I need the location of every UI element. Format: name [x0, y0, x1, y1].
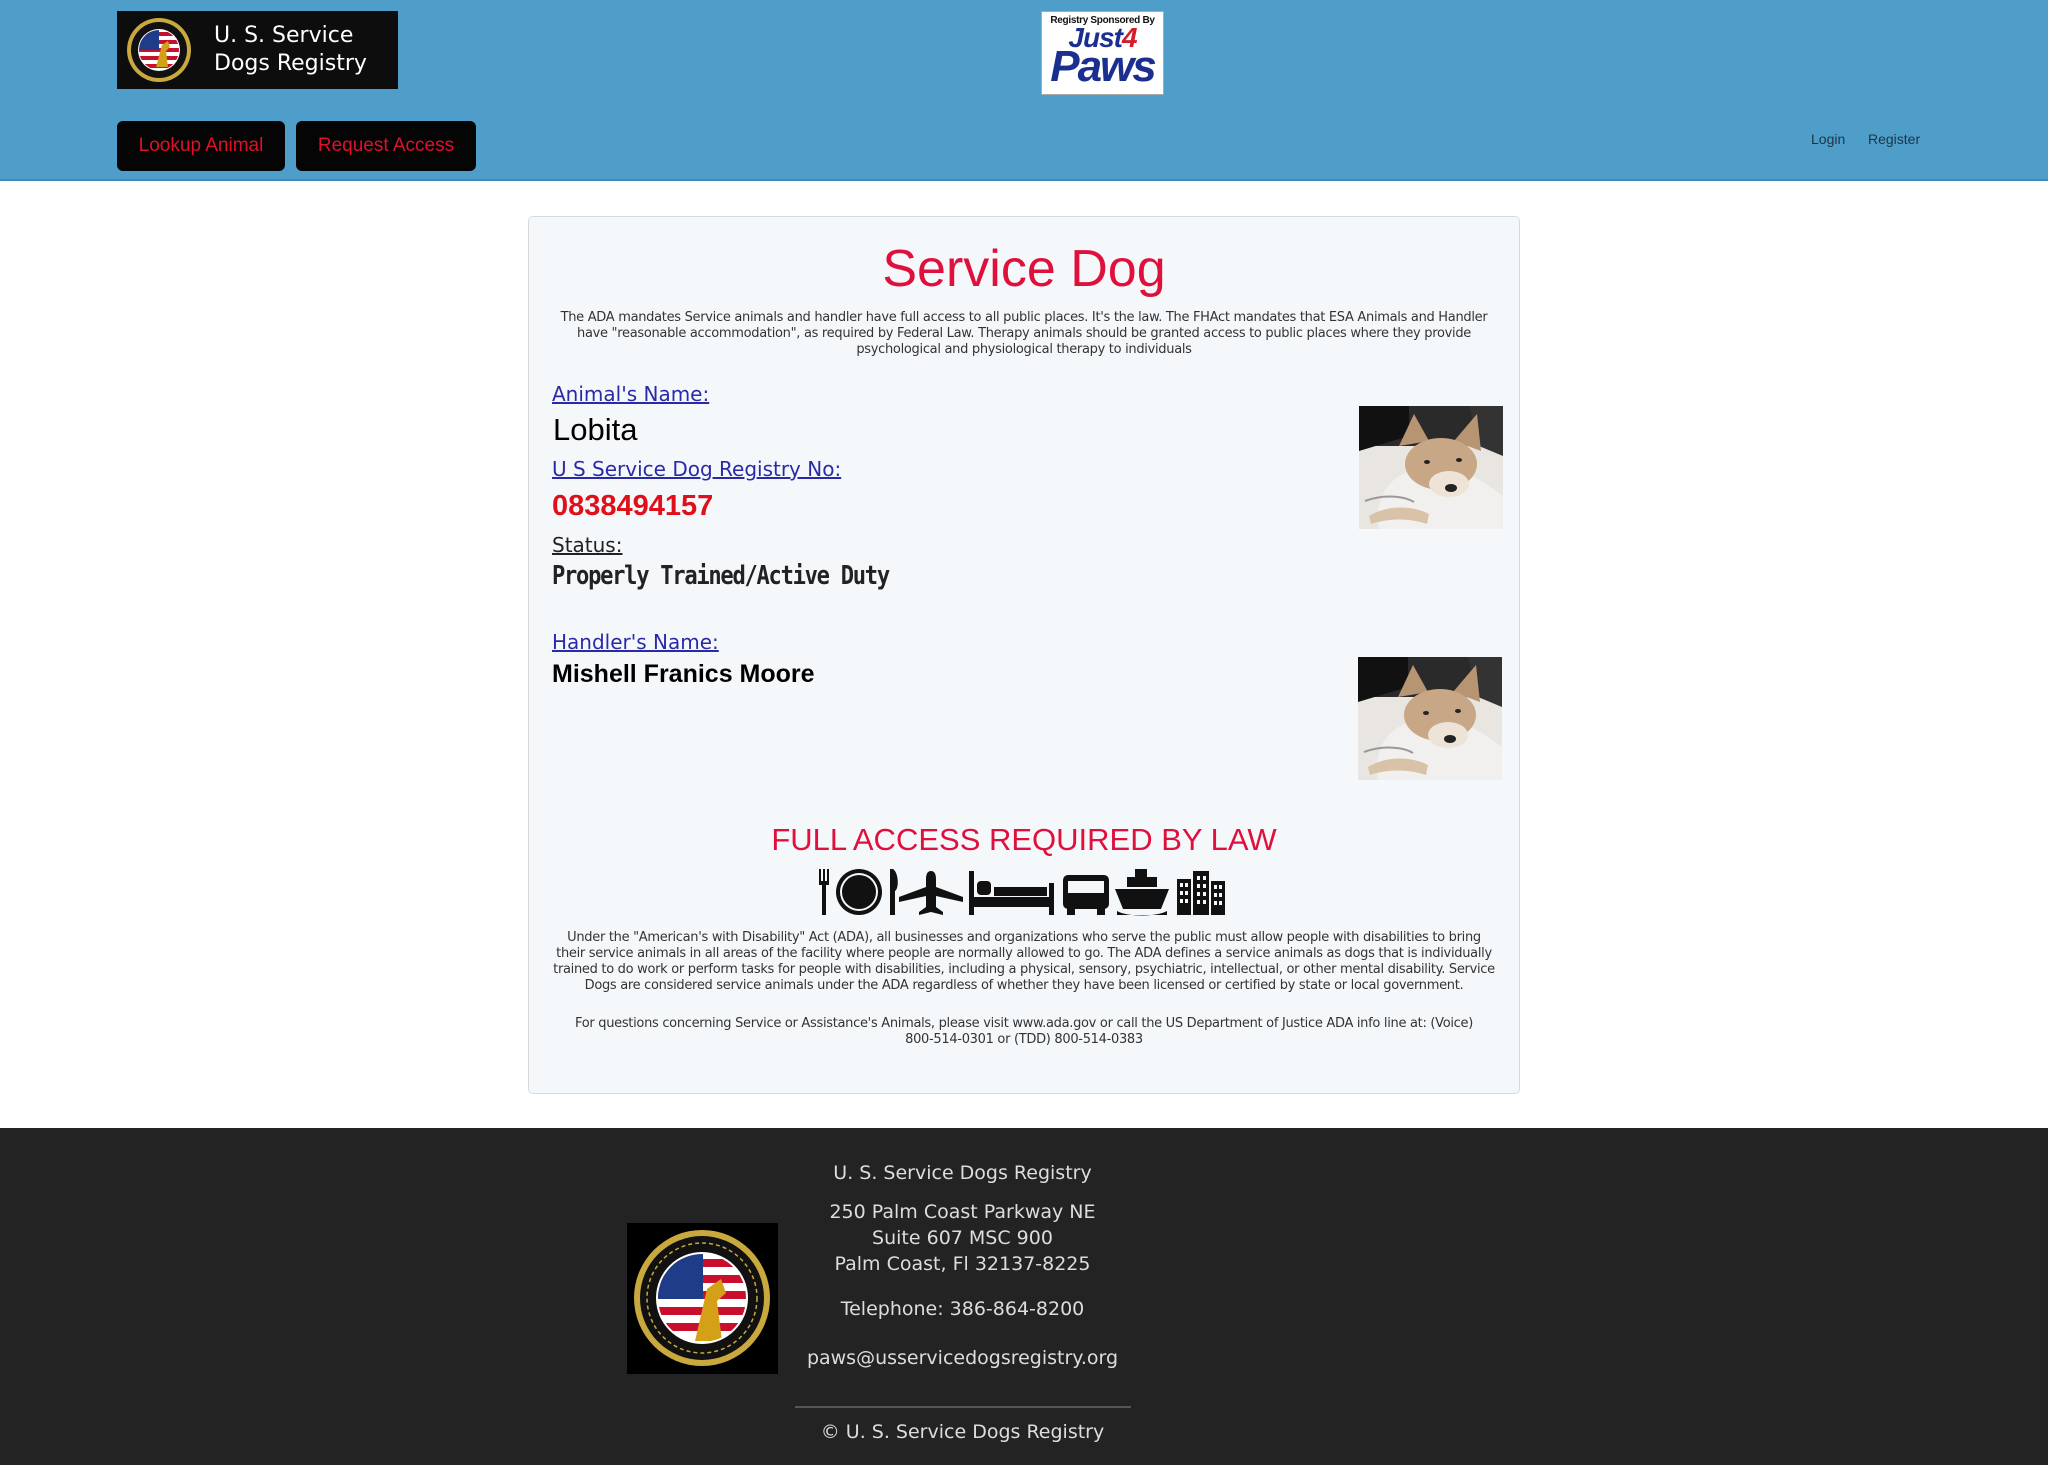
- ship-icon: [1115, 869, 1169, 916]
- registry-seal-icon: [127, 18, 191, 82]
- address-line2: Suite 607 MSC 900: [872, 1227, 1053, 1249]
- card-title: Service Dog: [882, 240, 1166, 298]
- login-link[interactable]: Login: [1811, 131, 1845, 147]
- registry-number-value: 0838494157: [552, 490, 714, 522]
- footer-email-link[interactable]: paws@usservicedogsregistry.org: [770, 1347, 1155, 1369]
- logo-line1: U. S. Service: [214, 23, 354, 48]
- access-icons: [819, 869, 1225, 916]
- intro-text: The ADA mandates Service animals and han…: [560, 310, 1488, 357]
- animal-photo: [1359, 406, 1503, 529]
- building-icon: [1177, 871, 1225, 915]
- registry-number-label: U S Service Dog Registry No:: [552, 457, 842, 481]
- site-header: U. S. Service Dogs Registry Registry Spo…: [0, 0, 2048, 181]
- address-line1: 250 Palm Coast Parkway NE: [829, 1201, 1096, 1223]
- lookup-animal-button[interactable]: Lookup Animal: [117, 121, 285, 171]
- ada-explanation: Under the "American's with Disability" A…: [553, 930, 1495, 993]
- questions-contact-text: For questions concerning Service or Assi…: [575, 1016, 1473, 1047]
- register-link[interactable]: Register: [1868, 131, 1920, 147]
- bus-icon: [1063, 875, 1109, 915]
- site-footer: U. S. Service Dogs Registry 250 Palm Coa…: [0, 1128, 2048, 1465]
- sponsor-paws: Paws: [1050, 42, 1157, 91]
- dining-icon: [819, 869, 898, 915]
- request-access-button[interactable]: Request Access: [296, 121, 476, 171]
- full-access-heading: FULL ACCESS REQUIRED BY LAW: [771, 822, 1277, 857]
- sponsor-logo[interactable]: Registry Sponsored By Just4 Paws: [1041, 11, 1164, 95]
- hotel-bed-icon: [969, 871, 1054, 915]
- address-line3: Palm Coast, Fl 32137-8225: [834, 1253, 1091, 1275]
- handler-photo: [1358, 657, 1502, 780]
- status-value: Properly Trained/Active Duty: [552, 561, 890, 591]
- footer-seal-icon: [627, 1223, 778, 1374]
- logo-line2: Dogs Registry: [214, 51, 367, 76]
- footer-copyright: © U. S. Service Dogs Registry: [820, 1421, 1105, 1443]
- animal-name-label: Animal's Name:: [552, 382, 710, 406]
- footer-divider: [795, 1406, 1131, 1408]
- service-dog-card: Service Dog The ADA mandates Service ani…: [528, 216, 1520, 1094]
- handler-name-value: Mishell Franics Moore: [552, 660, 815, 688]
- footer-address: 250 Palm Coast Parkway NE Suite 607 MSC …: [770, 1199, 1155, 1277]
- footer-org-name: U. S. Service Dogs Registry: [833, 1162, 1092, 1184]
- animal-name-value: Lobita: [553, 412, 638, 447]
- site-logo[interactable]: U. S. Service Dogs Registry: [117, 11, 398, 89]
- handler-name-label: Handler's Name:: [552, 630, 719, 654]
- status-label: Status:: [552, 533, 623, 557]
- airplane-icon: [899, 871, 963, 915]
- footer-telephone: Telephone: 386-864-8200: [840, 1298, 1085, 1320]
